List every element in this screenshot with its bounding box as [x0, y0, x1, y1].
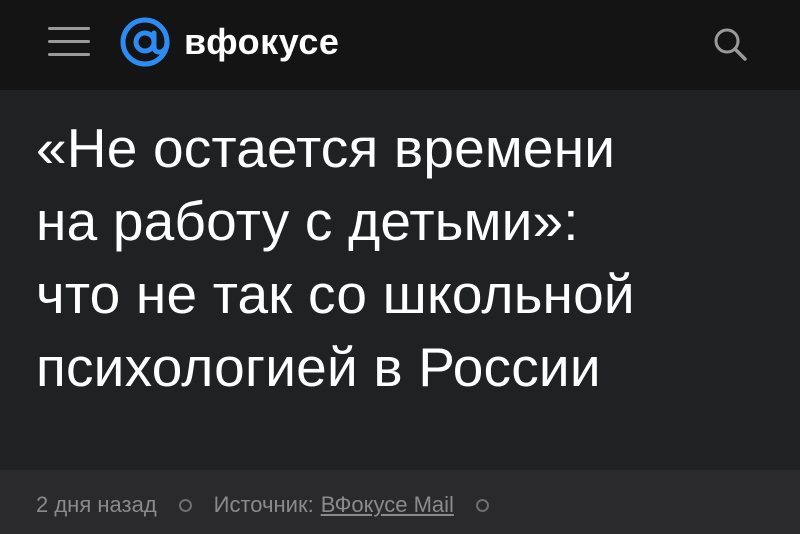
top-bar: вфокусе: [0, 0, 800, 90]
source-label: Источник:: [213, 492, 314, 517]
meta-row: 2 дня назад Источник: ВФокусе Mail: [36, 492, 511, 518]
search-icon[interactable]: [710, 24, 750, 64]
publish-date: 2 дня назад: [36, 492, 157, 517]
separator-dot-icon: [178, 498, 192, 512]
headline-line: психологией в России: [36, 336, 601, 398]
separator-dot-icon: [475, 498, 489, 512]
site-logo[interactable]: вфокусе: [118, 14, 339, 70]
headline-line: на работу с детьми»:: [36, 190, 579, 252]
headline-line: что не так со школьной: [36, 263, 635, 325]
source-link[interactable]: ВФокусе Mail: [321, 492, 454, 518]
article-meta-bar: 2 дня назад Источник: ВФокусе Mail: [0, 470, 800, 534]
hamburger-menu-icon[interactable]: [48, 25, 90, 59]
article-headline: «Не остается времени на работу с детьми»…: [36, 112, 776, 404]
headline-line: «Не остается времени: [36, 117, 616, 179]
logo-text: вфокусе: [184, 21, 340, 62]
at-sign-icon: [120, 17, 170, 67]
